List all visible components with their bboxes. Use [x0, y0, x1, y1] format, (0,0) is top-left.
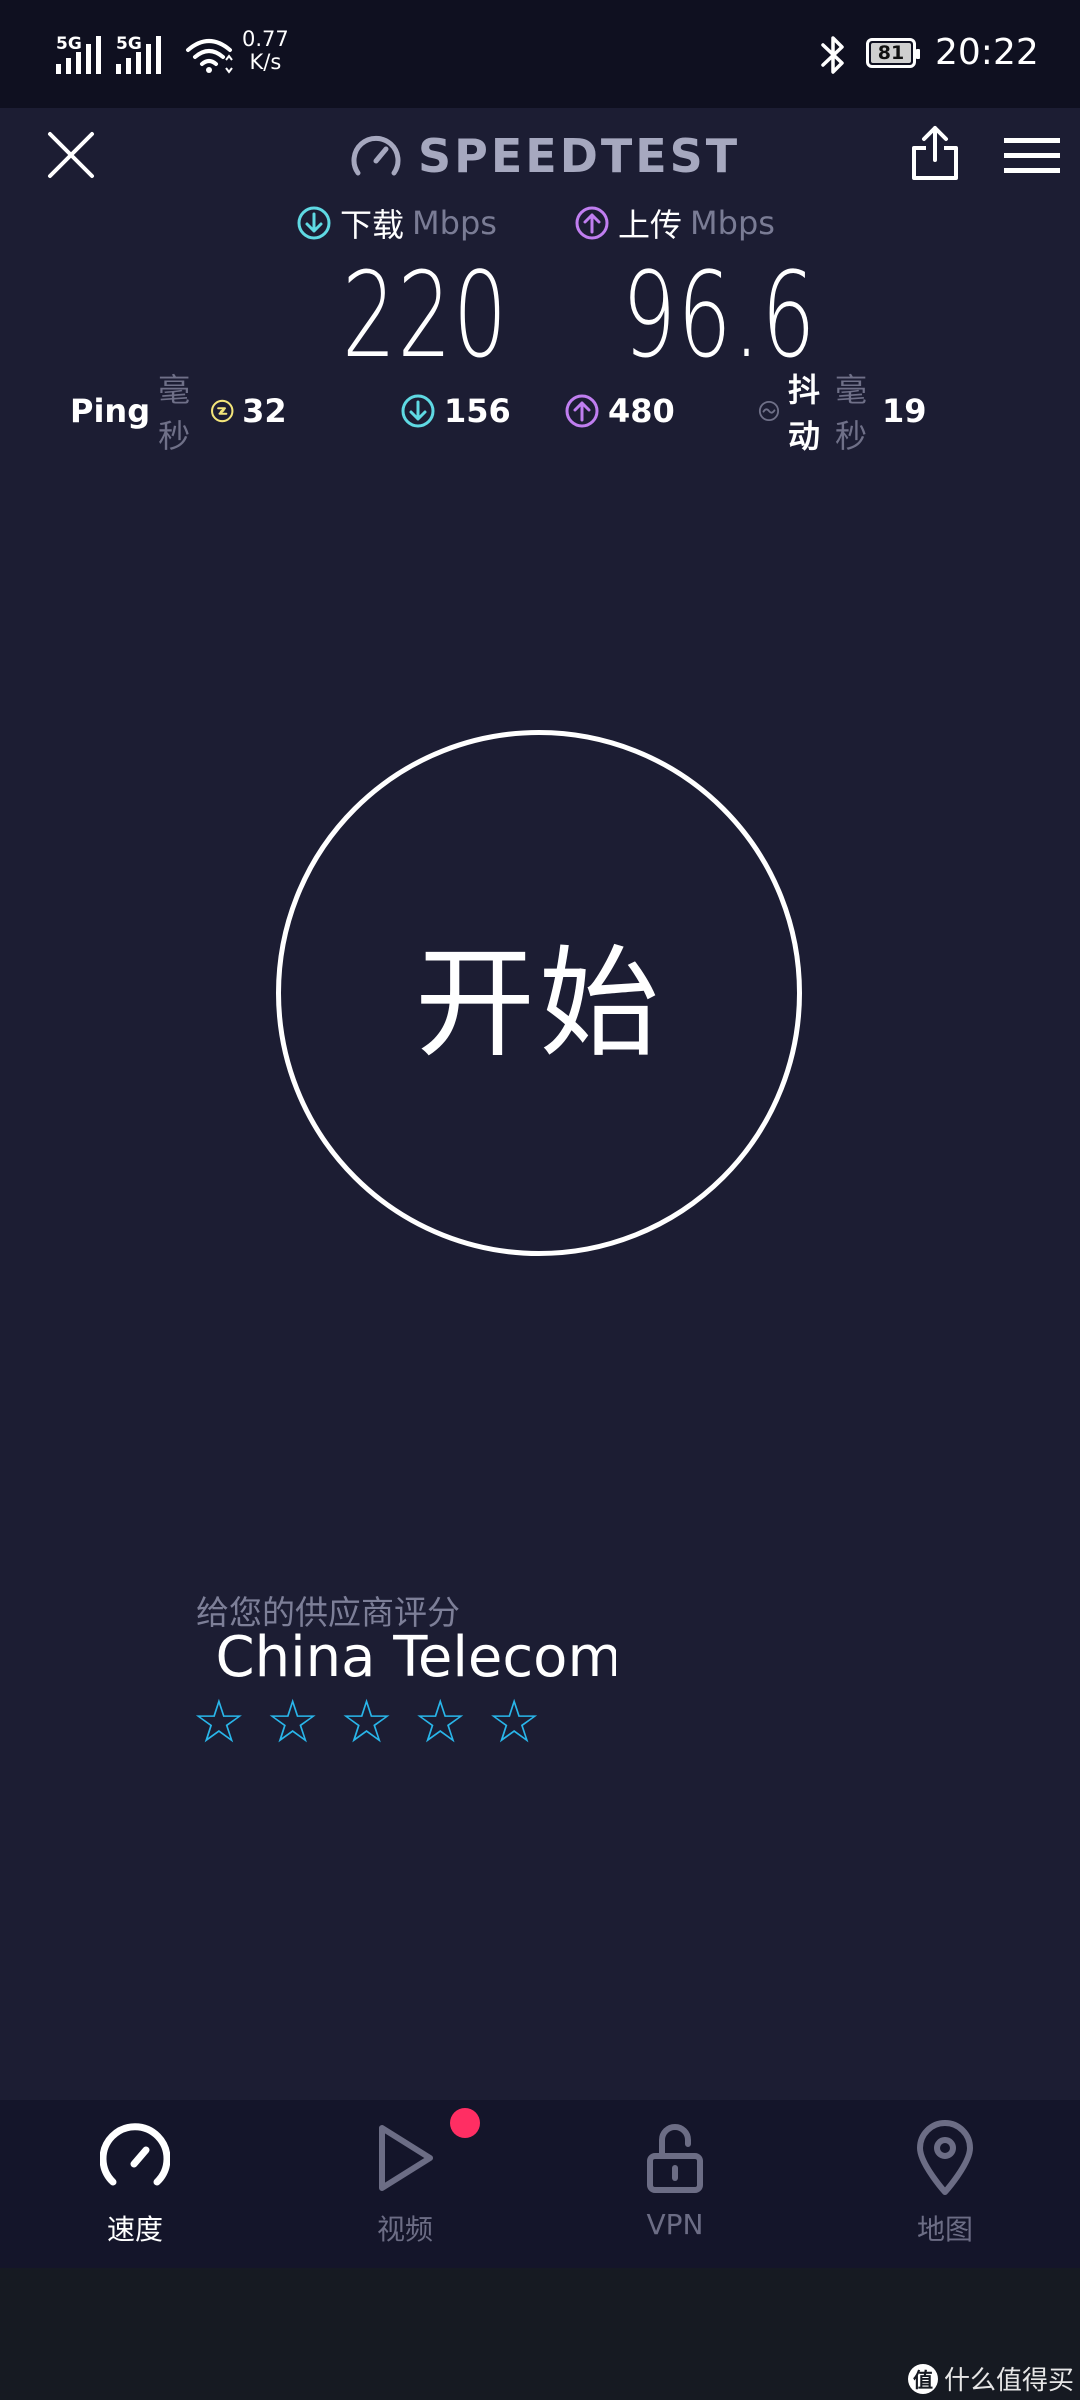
bottom-nav: 速度 视频 VPN 地图: [0, 2100, 1080, 2268]
tab-vpn-label: VPN: [646, 2208, 704, 2241]
ping-idle: Ping 毫秒 32: [70, 371, 287, 455]
rating-star-1[interactable]: ☆: [192, 1692, 246, 1752]
ping-upload: 480: [564, 388, 675, 434]
upload-arrow-icon: [575, 206, 609, 240]
ping-upload-icon: [565, 394, 599, 428]
status-bar: 5G 5G 0.77 K/s 81 20:22: [0, 0, 1080, 108]
rating-star-2[interactable]: ☆: [266, 1692, 320, 1752]
clock: 20:22: [935, 32, 1039, 73]
ping-idle-value: 32: [242, 392, 287, 430]
jitter-icon: [758, 400, 780, 422]
map-pin-icon: [917, 2120, 973, 2195]
share-icon[interactable]: [910, 124, 960, 182]
battery-level: 81: [877, 42, 905, 64]
app-title-text: SPEEDTEST: [418, 129, 741, 183]
ping-unit: 毫秒: [158, 371, 191, 455]
upload-label: 上传: [618, 206, 683, 244]
tab-speed[interactable]: 速度: [0, 2100, 270, 2268]
rating-stars: ☆ ☆ ☆ ☆ ☆: [192, 1692, 541, 1752]
close-icon[interactable]: [46, 130, 96, 180]
start-button[interactable]: 开始: [276, 730, 802, 1256]
battery-icon: 81: [866, 38, 920, 68]
rating-star-4[interactable]: ☆: [413, 1692, 467, 1752]
menu-icon[interactable]: [1004, 136, 1060, 176]
ping-idle-icon: [210, 399, 234, 423]
jitter-label: 抖动: [787, 371, 820, 455]
ping-download: 156: [400, 388, 511, 434]
app-title: SPEEDTEST: [350, 128, 740, 184]
jitter-value: 19: [882, 392, 927, 430]
video-notification-badge: [450, 2108, 480, 2138]
provider-name: China Telecom: [215, 1625, 616, 1690]
jitter-unit: 毫秒: [834, 371, 867, 455]
watermark-logo-icon: 值: [908, 2363, 938, 2394]
download-label: 下载: [340, 206, 405, 244]
wifi-icon: [186, 39, 233, 74]
tab-video-label: 视频: [376, 2213, 433, 2246]
download-unit: Mbps: [412, 204, 497, 242]
tab-map-label: 地图: [916, 2213, 973, 2246]
jitter: 抖动 毫秒 19: [758, 371, 927, 455]
speedometer-icon: [100, 2123, 170, 2186]
tab-map[interactable]: 地图: [810, 2100, 1080, 2268]
tab-vpn[interactable]: VPN: [540, 2100, 810, 2268]
provider-name-marquee: China Telecom: [196, 1625, 616, 1695]
download-value: 220: [342, 246, 509, 384]
ping-download-value: 156: [444, 392, 511, 430]
download-header: 下载 Mbps: [296, 200, 497, 246]
watermark-text: 什么值得买: [944, 2366, 1075, 2396]
rating-star-3[interactable]: ☆: [340, 1692, 394, 1752]
upload-header: 上传 Mbps: [574, 200, 775, 246]
upload-value: 96.6: [622, 246, 817, 384]
sim1-signal-icon: 5G: [56, 34, 102, 74]
ping-upload-value: 480: [608, 392, 675, 430]
start-button-label: 开始: [415, 935, 663, 1074]
tab-video[interactable]: 视频: [270, 2100, 540, 2268]
sim2-signal-icon: 5G: [116, 34, 162, 74]
rating-star-5[interactable]: ☆: [487, 1692, 541, 1752]
watermark: 值 什么值得买: [908, 2360, 1074, 2397]
ping-download-icon: [401, 394, 435, 428]
network-speed-value: 0.77: [242, 27, 289, 51]
tab-speed-label: 速度: [106, 2213, 163, 2246]
download-arrow-icon: [297, 206, 331, 240]
speedometer-logo-icon: [351, 135, 401, 176]
bluetooth-icon: [821, 36, 844, 74]
network-speed: 0.77 K/s: [242, 28, 289, 74]
upload-unit: Mbps: [690, 204, 775, 242]
ping-label: Ping: [70, 392, 151, 430]
network-speed-unit: K/s: [249, 50, 282, 74]
unlock-icon: [647, 2124, 703, 2193]
play-icon: [379, 2125, 433, 2191]
